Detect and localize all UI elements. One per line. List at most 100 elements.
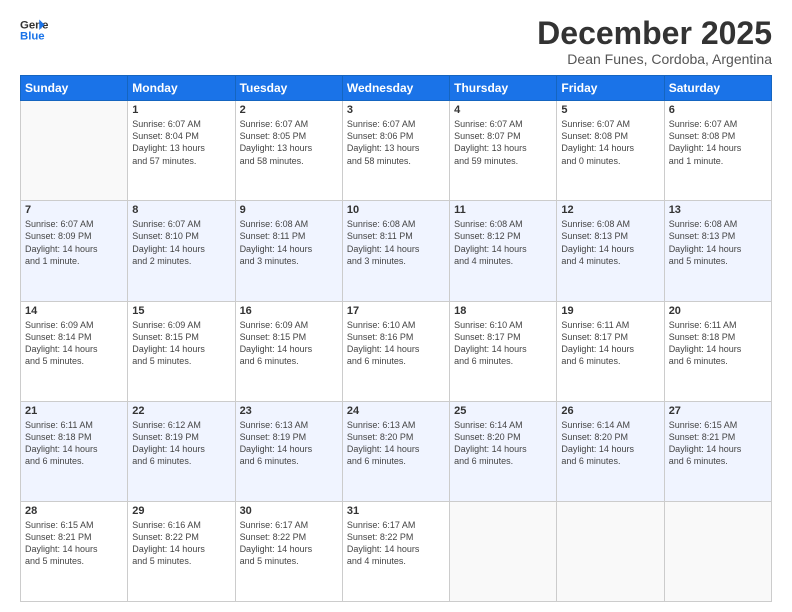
cell-info: Sunrise: 6:08 AMSunset: 8:13 PMDaylight:… (561, 218, 659, 267)
cell-info: Sunrise: 6:17 AMSunset: 8:22 PMDaylight:… (240, 519, 338, 568)
calendar-cell: 3 Sunrise: 6:07 AMSunset: 8:06 PMDaylight… (342, 101, 449, 201)
cell-info: Sunrise: 6:14 AMSunset: 8:20 PMDaylight:… (454, 419, 552, 468)
logo: General Blue (20, 16, 48, 44)
day-number: 18 (454, 305, 552, 317)
day-number: 10 (347, 204, 445, 216)
calendar-header-monday: Monday (128, 76, 235, 101)
day-number: 31 (347, 505, 445, 517)
calendar-cell: 24 Sunrise: 6:13 AMSunset: 8:20 PMDayligh… (342, 401, 449, 501)
cell-info: Sunrise: 6:16 AMSunset: 8:22 PMDaylight:… (132, 519, 230, 568)
day-number: 16 (240, 305, 338, 317)
calendar-header-sunday: Sunday (21, 76, 128, 101)
calendar-cell: 21Sunrise: 6:11 AMSunset: 8:18 PMDayligh… (21, 401, 128, 501)
day-number: 1 (132, 104, 230, 116)
page: General Blue December 2025 Dean Funes, C… (0, 0, 792, 612)
day-number: 27 (669, 405, 767, 417)
calendar-cell (450, 501, 557, 601)
calendar-week-1: 1 Sunrise: 6:07 AMSunset: 8:04 PMDaylight… (21, 101, 772, 201)
calendar-cell: 14 Sunrise: 6:09 AMSunset: 8:14 PMDayligh… (21, 301, 128, 401)
day-number: 23 (240, 405, 338, 417)
calendar-header-row: SundayMondayTuesdayWednesdayThursdayFrid… (21, 76, 772, 101)
calendar-week-5: 28 Sunrise: 6:15 AMSunset: 8:21 PMDayligh… (21, 501, 772, 601)
calendar-cell: 17Sunrise: 6:10 AMSunset: 8:16 PMDayligh… (342, 301, 449, 401)
cell-info: Sunrise: 6:14 AMSunset: 8:20 PMDaylight:… (561, 419, 659, 468)
calendar-cell: 11 Sunrise: 6:08 AMSunset: 8:12 PMDayligh… (450, 201, 557, 301)
calendar-cell: 6Sunrise: 6:07 AMSunset: 8:08 PMDaylight… (664, 101, 771, 201)
cell-info: Sunrise: 6:07 AMSunset: 8:05 PMDaylight:… (240, 118, 338, 167)
day-number: 24 (347, 405, 445, 417)
cell-info: Sunrise: 6:13 AMSunset: 8:19 PMDaylight:… (240, 419, 338, 468)
cell-info: Sunrise: 6:07 AMSunset: 8:09 PMDaylight:… (25, 218, 123, 267)
cell-info: Sunrise: 6:13 AMSunset: 8:20 PMDaylight:… (347, 419, 445, 468)
calendar-table: SundayMondayTuesdayWednesdayThursdayFrid… (20, 75, 772, 602)
calendar-header-friday: Friday (557, 76, 664, 101)
calendar-header-tuesday: Tuesday (235, 76, 342, 101)
calendar-cell: 26 Sunrise: 6:14 AMSunset: 8:20 PMDayligh… (557, 401, 664, 501)
cell-info: Sunrise: 6:15 AMSunset: 8:21 PMDaylight:… (669, 419, 767, 468)
calendar-cell: 10 Sunrise: 6:08 AMSunset: 8:11 PMDayligh… (342, 201, 449, 301)
day-number: 19 (561, 305, 659, 317)
calendar-cell: 20Sunrise: 6:11 AMSunset: 8:18 PMDayligh… (664, 301, 771, 401)
day-number: 22 (132, 405, 230, 417)
subtitle: Dean Funes, Cordoba, Argentina (537, 51, 772, 67)
calendar-cell: 22 Sunrise: 6:12 AMSunset: 8:19 PMDayligh… (128, 401, 235, 501)
cell-info: Sunrise: 6:08 AMSunset: 8:12 PMDaylight:… (454, 218, 552, 267)
title-block: December 2025 Dean Funes, Cordoba, Argen… (537, 16, 772, 67)
calendar-cell: 27 Sunrise: 6:15 AMSunset: 8:21 PMDayligh… (664, 401, 771, 501)
cell-info: Sunrise: 6:11 AMSunset: 8:17 PMDaylight:… (561, 319, 659, 368)
calendar-body: 1 Sunrise: 6:07 AMSunset: 8:04 PMDaylight… (21, 101, 772, 602)
calendar-header-thursday: Thursday (450, 76, 557, 101)
day-number: 28 (25, 505, 123, 517)
day-number: 4 (454, 104, 552, 116)
calendar-cell: 19 Sunrise: 6:11 AMSunset: 8:17 PMDayligh… (557, 301, 664, 401)
cell-info: Sunrise: 6:09 AMSunset: 8:14 PMDaylight:… (25, 319, 123, 368)
day-number: 2 (240, 104, 338, 116)
logo-icon: General Blue (20, 16, 48, 44)
cell-info: Sunrise: 6:07 AMSunset: 8:06 PMDaylight:… (347, 118, 445, 167)
day-number: 9 (240, 204, 338, 216)
calendar-cell: 23 Sunrise: 6:13 AMSunset: 8:19 PMDayligh… (235, 401, 342, 501)
svg-text:Blue: Blue (20, 31, 45, 43)
calendar-cell: 7 Sunrise: 6:07 AMSunset: 8:09 PMDaylight… (21, 201, 128, 301)
cell-info: Sunrise: 6:07 AMSunset: 8:04 PMDaylight:… (132, 118, 230, 167)
day-number: 7 (25, 204, 123, 216)
calendar-cell: 4 Sunrise: 6:07 AMSunset: 8:07 PMDaylight… (450, 101, 557, 201)
day-number: 3 (347, 104, 445, 116)
day-number: 30 (240, 505, 338, 517)
day-number: 8 (132, 204, 230, 216)
calendar-cell: 31 Sunrise: 6:17 AMSunset: 8:22 PMDayligh… (342, 501, 449, 601)
day-number: 13 (669, 204, 767, 216)
cell-info: Sunrise: 6:07 AMSunset: 8:07 PMDaylight:… (454, 118, 552, 167)
cell-info: Sunrise: 6:07 AMSunset: 8:10 PMDaylight:… (132, 218, 230, 267)
calendar-cell: 30 Sunrise: 6:17 AMSunset: 8:22 PMDayligh… (235, 501, 342, 601)
calendar-cell: 13 Sunrise: 6:08 AMSunset: 8:13 PMDayligh… (664, 201, 771, 301)
calendar-cell: 15Sunrise: 6:09 AMSunset: 8:15 PMDayligh… (128, 301, 235, 401)
cell-info: Sunrise: 6:17 AMSunset: 8:22 PMDaylight:… (347, 519, 445, 568)
cell-info: Sunrise: 6:10 AMSunset: 8:17 PMDaylight:… (454, 319, 552, 368)
header: General Blue December 2025 Dean Funes, C… (20, 16, 772, 67)
calendar-cell: 16Sunrise: 6:09 AMSunset: 8:15 PMDayligh… (235, 301, 342, 401)
cell-info: Sunrise: 6:15 AMSunset: 8:21 PMDaylight:… (25, 519, 123, 568)
calendar-header-wednesday: Wednesday (342, 76, 449, 101)
calendar-cell: 2 Sunrise: 6:07 AMSunset: 8:05 PMDaylight… (235, 101, 342, 201)
cell-info: Sunrise: 6:08 AMSunset: 8:13 PMDaylight:… (669, 218, 767, 267)
day-number: 26 (561, 405, 659, 417)
cell-info: Sunrise: 6:11 AMSunset: 8:18 PMDaylight:… (25, 419, 123, 468)
day-number: 6 (669, 104, 767, 116)
day-number: 14 (25, 305, 123, 317)
day-number: 12 (561, 204, 659, 216)
day-number: 11 (454, 204, 552, 216)
calendar-cell: 18 Sunrise: 6:10 AMSunset: 8:17 PMDayligh… (450, 301, 557, 401)
calendar-cell: 28 Sunrise: 6:15 AMSunset: 8:21 PMDayligh… (21, 501, 128, 601)
cell-info: Sunrise: 6:12 AMSunset: 8:19 PMDaylight:… (132, 419, 230, 468)
calendar-cell: 1 Sunrise: 6:07 AMSunset: 8:04 PMDaylight… (128, 101, 235, 201)
calendar-cell: 12 Sunrise: 6:08 AMSunset: 8:13 PMDayligh… (557, 201, 664, 301)
cell-info: Sunrise: 6:10 AMSunset: 8:16 PMDaylight:… (347, 319, 445, 368)
calendar-week-2: 7 Sunrise: 6:07 AMSunset: 8:09 PMDaylight… (21, 201, 772, 301)
cell-info: Sunrise: 6:08 AMSunset: 8:11 PMDaylight:… (240, 218, 338, 267)
calendar-header-saturday: Saturday (664, 76, 771, 101)
calendar-cell (664, 501, 771, 601)
cell-info: Sunrise: 6:08 AMSunset: 8:11 PMDaylight:… (347, 218, 445, 267)
calendar-cell: 29Sunrise: 6:16 AMSunset: 8:22 PMDayligh… (128, 501, 235, 601)
calendar-cell: 8 Sunrise: 6:07 AMSunset: 8:10 PMDaylight… (128, 201, 235, 301)
